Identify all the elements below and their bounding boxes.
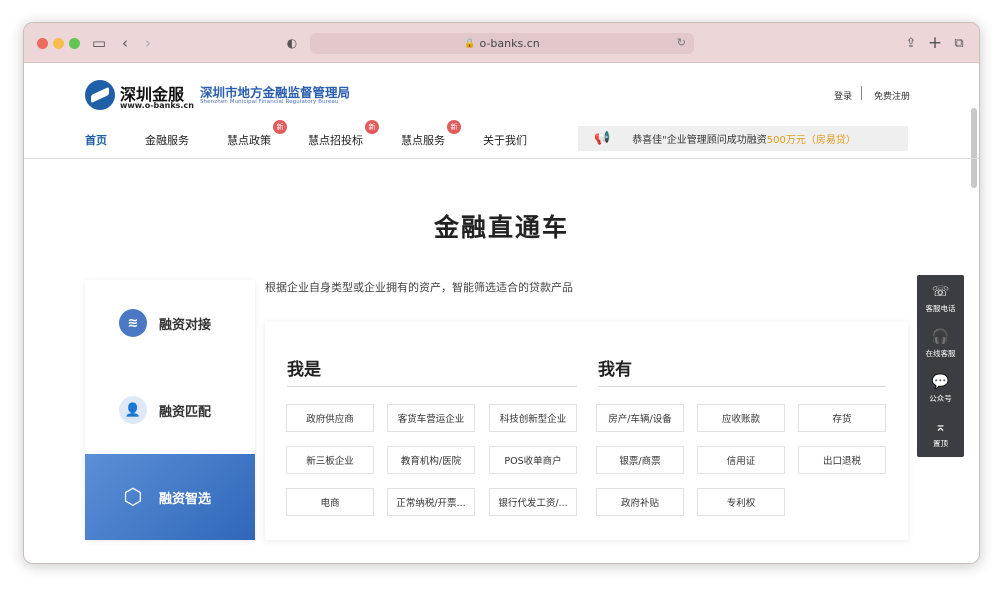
nav-home[interactable]: 首页 [85,132,107,148]
announcement-product: （房易贷） [805,135,856,146]
reload-icon[interactable]: ↻ [677,36,686,49]
sidebar-icon[interactable]: ▭ [90,33,108,53]
option-neeq-company[interactable]: 新三板企业 [286,446,374,474]
option-government-supplier[interactable]: 政府供应商 [286,404,374,432]
tab-label: 融资匹配 [159,404,212,420]
new-badge: 新 [447,120,461,134]
option-bills[interactable]: 银票/商票 [596,446,684,474]
nav-about[interactable]: 关于我们 [483,132,527,148]
brand-url: www.o-banks.cn [120,101,194,110]
phone-icon: ☏ [931,284,950,300]
hexagon-icon: ⬡ [123,484,143,510]
address-bar[interactable]: 🔒 o-banks.cn ↻ [310,33,694,54]
new-tab-icon[interactable]: + [927,33,943,53]
option-government-subsidy[interactable]: 政府补贴 [596,488,684,516]
announcement-text: 恭喜佳"企业管理顾问成功融资 [632,135,767,146]
divider [861,86,862,100]
page-title: 金融直通车 [433,213,569,242]
megaphone-icon: 📢 [594,131,611,146]
tool-label: 在线客服 [925,349,956,358]
browser-window: ▭ ‹ › ◐ 🔒 o-banks.cn ↻ ⇪ + ⧉ 深圳金服 www.o-… [23,22,980,564]
site-logo-icon[interactable] [85,80,115,110]
tool-label: 置顶 [933,439,948,448]
option-tech-innovation[interactable]: 科技创新型企业 [489,404,577,432]
option-education-hospital[interactable]: 教育机构/医院 [387,446,475,474]
new-badge: 新 [273,120,287,134]
assets-heading: 我有 [598,360,632,380]
nav-bidding-label: 慧点招投标 [308,134,363,147]
back-icon[interactable]: ‹ [118,33,132,53]
tab-financing-match[interactable]: ≋ 融资对接 [85,280,255,366]
nav-policy[interactable]: 慧点政策 新 [227,120,287,148]
page-scrollbar[interactable] [971,108,977,188]
option-inventory[interactable]: 存货 [798,404,886,432]
customer-phone-button[interactable]: ☏ 客服电话 [917,277,964,321]
share-icon[interactable]: ⇪ [903,33,919,53]
nav-service[interactable]: 慧点服务 新 [401,120,461,148]
browser-toolbar: ▭ ‹ › ◐ 🔒 o-banks.cn ↻ ⇪ + ⧉ [24,23,979,63]
divider [598,386,886,387]
tab-label: 融资智选 [159,491,212,507]
online-service-button[interactable]: 🎧 在线客服 [917,322,964,366]
back-to-top-button[interactable]: ⌅ 置顶 [917,412,964,456]
option-property-vehicle[interactable]: 房产/车辆/设备 [596,404,684,432]
floating-toolbar: ☏ 客服电话 🎧 在线客服 💬 公众号 ⌅ 置顶 [917,275,964,457]
maximize-window-button[interactable] [69,38,80,49]
wechat-button[interactable]: 💬 公众号 [917,367,964,411]
option-freight-transport[interactable]: 客货车营运企业 [387,404,475,432]
announcement-bar[interactable]: 📢 恭喜佳"企业管理顾问成功融资 500万元 （房易贷） [578,126,908,151]
register-link[interactable]: 免费注册 [874,89,910,102]
option-export-rebate[interactable]: 出口退税 [798,446,886,474]
lock-icon: 🔒 [464,38,476,49]
tab-overview-icon[interactable]: ⧉ [951,33,967,53]
option-ecommerce[interactable]: 电商 [286,488,374,516]
top-icon: ⌅ [934,419,947,435]
header-divider [24,158,979,159]
web-page: 深圳金服 www.o-banks.cn 深圳市地方金融监督管理局 Shenzhe… [24,64,979,563]
filter-panel: 我是 我有 政府供应商 客货车营运企业 科技创新型企业 新三板企业 教育机构/医… [265,322,908,540]
close-window-button[interactable] [37,38,48,49]
nav-service-label: 慧点服务 [401,134,445,147]
handshake-icon: ≋ [119,309,147,337]
tool-label: 客服电话 [925,304,956,313]
option-letter-of-credit[interactable]: 信用证 [697,446,785,474]
service-tabs: ≋ 融资对接 👤 融资匹配 ⬡ 融资智选 [85,280,255,540]
page-subtitle: 根据企业自身类型或企业拥有的资产，智能筛选适合的贷款产品 [265,281,573,294]
option-tax-invoice[interactable]: 正常纳税/开票... [387,488,475,516]
bureau-name-en: Shenzhen Municipal Financial Regulatory … [200,99,339,105]
minimize-window-button[interactable] [53,38,64,49]
wechat-icon: 💬 [931,374,950,390]
nav-policy-label: 慧点政策 [227,134,271,147]
forward-icon[interactable]: › [141,33,155,53]
nav-bidding[interactable]: 慧点招投标 新 [308,120,379,148]
tab-label: 融资对接 [159,317,212,333]
new-badge: 新 [365,120,379,134]
person-icon: 👤 [119,396,147,424]
option-bank-payroll[interactable]: 银行代发工资/... [489,488,577,516]
address-url: o-banks.cn [479,37,540,50]
option-patent[interactable]: 专利权 [697,488,785,516]
identity-heading: 我是 [287,360,321,380]
headset-icon: 🎧 [931,329,950,345]
option-receivables[interactable]: 应收账款 [697,404,785,432]
nav-financial-services[interactable]: 金融服务 [145,132,189,148]
tab-financing-pairing[interactable]: 👤 融资匹配 [85,367,255,453]
divider [287,386,577,387]
announcement-amount: 500万元 [766,135,806,146]
option-pos-merchant[interactable]: POS收单商户 [489,446,577,474]
tool-label: 公众号 [929,394,952,403]
login-link[interactable]: 登录 [834,89,852,102]
tab-financing-smart-select[interactable]: ⬡ 融资智选 [85,454,255,540]
privacy-shield-icon[interactable]: ◐ [284,33,300,53]
